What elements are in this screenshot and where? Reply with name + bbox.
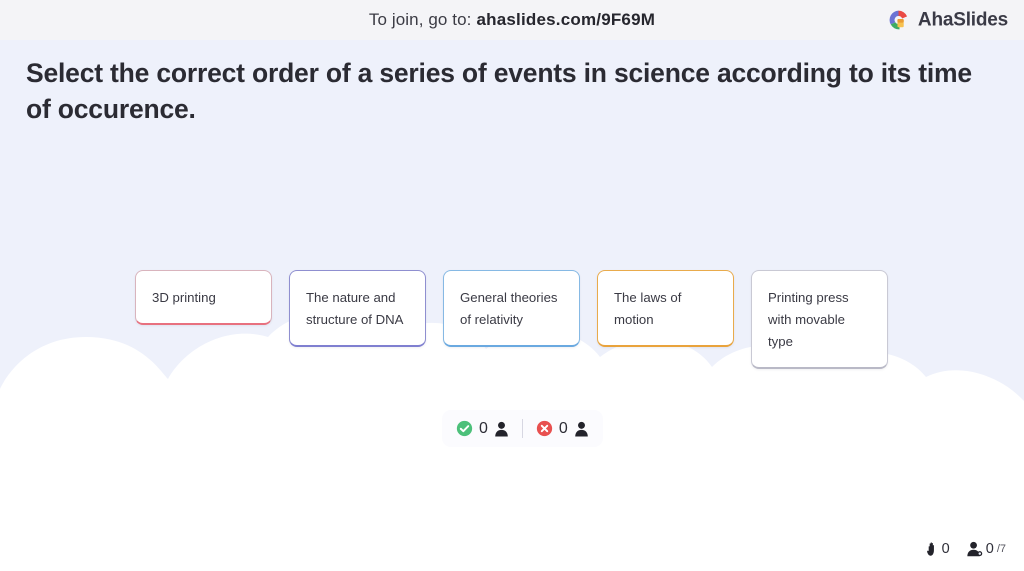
brand-logo-group: AhaSlides (886, 8, 1008, 33)
ahaslides-logo-icon (886, 8, 911, 33)
participants-total: /7 (996, 543, 1006, 555)
join-bar: To join, go to: ahaslides.com/9F69M AhaS… (0, 0, 1024, 40)
incorrect-vote-count: 0 (558, 419, 568, 437)
incorrect-vote-group: 0 (536, 420, 589, 438)
brand-name-label: AhaSlides (917, 9, 1008, 30)
person-add-icon (966, 541, 983, 557)
bottom-status-bar: 0 0 /7 (923, 541, 1006, 557)
check-circle-icon (456, 420, 473, 437)
raised-hand-status[interactable]: 0 (923, 541, 950, 557)
answer-card-4[interactable]: The laws of motion (597, 270, 734, 347)
answer-card-1[interactable]: 3D printing (135, 270, 272, 325)
question-title: Select the correct order of a series of … (26, 58, 972, 124)
participants-count: 0 (985, 541, 994, 557)
participants-status[interactable]: 0 /7 (966, 541, 1006, 557)
join-instruction-label: To join, go to: (368, 10, 472, 29)
correct-vote-group: 0 (456, 420, 509, 438)
person-icon (494, 421, 509, 437)
slide-stage: Select the correct order of a series of … (0, 40, 1024, 571)
answer-card-3[interactable]: General theories of relativity (443, 270, 580, 347)
vote-divider (521, 419, 523, 438)
person-icon (574, 421, 589, 437)
raised-hand-icon (923, 541, 939, 557)
answer-card-row: 3D printing The nature and structure of … (135, 270, 888, 369)
x-circle-icon (536, 420, 553, 437)
join-code-label: ahaslides.com/9F69M (476, 10, 656, 29)
answer-card-2[interactable]: The nature and structure of DNA (289, 270, 426, 347)
presentation-screen: To join, go to: ahaslides.com/9F69M AhaS… (0, 0, 1024, 571)
vote-summary-bar: 0 0 (442, 410, 603, 447)
raised-hand-count: 0 (941, 541, 950, 557)
correct-vote-count: 0 (479, 419, 488, 437)
answer-card-5[interactable]: Printing press with movable type (751, 270, 888, 369)
